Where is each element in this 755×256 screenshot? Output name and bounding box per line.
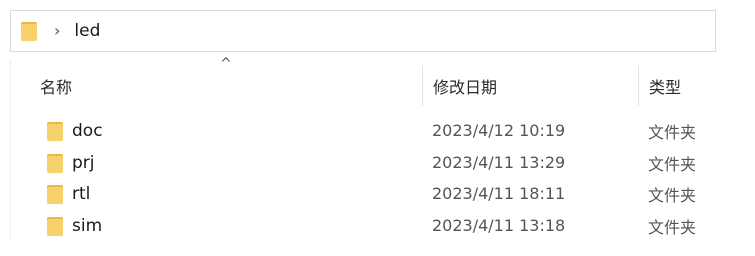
date-modified: 2023/4/11 13:18 (432, 216, 566, 235)
file-row-prj[interactable]: prj 2023/4/11 13:29 文件夹 (14, 147, 718, 178)
file-row-sim[interactable]: sim 2023/4/11 13:18 文件夹 (14, 210, 718, 241)
address-bar[interactable]: › led (10, 10, 716, 52)
folder-icon (44, 183, 66, 205)
folder-icon (44, 120, 66, 142)
date-modified: 2023/4/11 13:29 (432, 153, 566, 172)
file-name[interactable]: rtl (72, 184, 90, 204)
file-type: 文件夹 (648, 122, 697, 142)
file-type: 文件夹 (648, 217, 697, 237)
file-name[interactable]: doc (72, 121, 103, 141)
file-row-doc[interactable]: doc 2023/4/12 10:19 文件夹 (14, 115, 718, 146)
folder-icon (44, 215, 66, 237)
file-type: 文件夹 (648, 185, 697, 205)
folder-icon (44, 152, 66, 174)
breadcrumb-separator[interactable]: › (54, 23, 60, 39)
file-type: 文件夹 (648, 154, 697, 174)
pane-divider (10, 60, 11, 240)
date-modified: 2023/4/12 10:19 (432, 121, 566, 140)
file-name[interactable]: prj (72, 153, 95, 173)
date-modified: 2023/4/11 18:11 (432, 184, 566, 203)
file-explorer: › led ^ 名称 修改日期 类型 doc 2023/4/12 10:19 文… (0, 0, 755, 256)
breadcrumb-current-folder[interactable]: led (74, 21, 100, 41)
column-header-date-modified[interactable]: 修改日期 (422, 66, 638, 106)
file-name[interactable]: sim (72, 216, 102, 236)
column-header-name[interactable]: 名称 (14, 66, 421, 106)
column-header-type[interactable]: 类型 (638, 66, 718, 106)
file-row-rtl[interactable]: rtl 2023/4/11 18:11 文件夹 (14, 178, 718, 209)
folder-icon (18, 20, 40, 42)
